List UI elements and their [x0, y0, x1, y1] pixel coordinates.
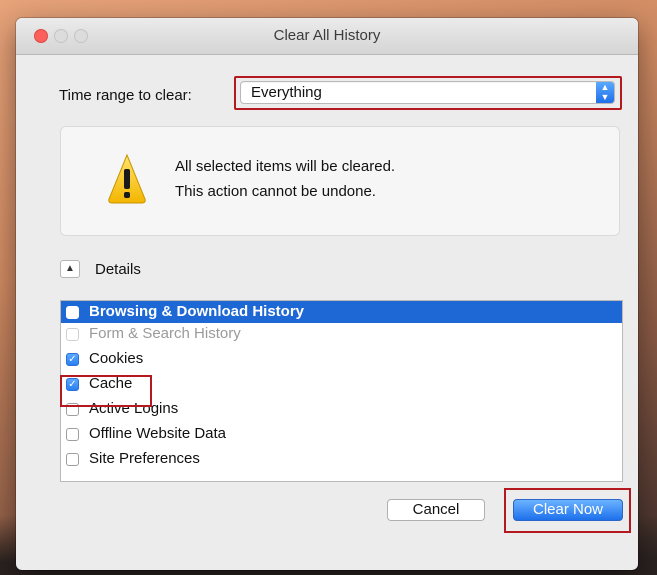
- warning-text-line1: All selected items will be cleared.: [175, 158, 396, 175]
- warning-panel: All selected items will be cleared. This…: [60, 126, 620, 236]
- list-item-label: Site Preferences: [89, 450, 200, 467]
- list-item-form-search-history[interactable]: Form & Search History: [61, 323, 622, 345]
- checkbox-checked[interactable]: ✓: [66, 353, 79, 366]
- list-item-browsing-download-history[interactable]: Browsing & Download History: [61, 301, 622, 323]
- select-arrows-icon: ▲ ▼: [596, 82, 614, 103]
- list-item-label: Form & Search History: [89, 325, 241, 342]
- clear-history-dialog: Clear All History Time range to clear: E…: [16, 18, 638, 570]
- time-range-value: Everything: [251, 84, 322, 101]
- checkbox[interactable]: [66, 328, 79, 341]
- list-item-offline-website-data[interactable]: Offline Website Data: [61, 423, 622, 445]
- cache-highlight: [60, 375, 152, 407]
- details-label: Details: [95, 261, 141, 278]
- warning-text-line2: This action cannot be undone.: [175, 183, 376, 200]
- window-title: Clear All History: [273, 27, 381, 44]
- clear-now-button[interactable]: Clear Now: [513, 499, 623, 521]
- warning-icon: [108, 153, 146, 204]
- checkbox[interactable]: [66, 306, 79, 319]
- list-item-site-preferences[interactable]: Site Preferences: [61, 448, 622, 470]
- list-item-label: Offline Website Data: [89, 425, 227, 442]
- list-item-label: Cookies: [89, 350, 144, 367]
- checkbox[interactable]: [66, 453, 79, 466]
- title-bar: Clear All History: [16, 18, 638, 55]
- checkbox[interactable]: [66, 428, 79, 441]
- list-item-label: Browsing & Download History: [89, 303, 305, 320]
- time-range-select[interactable]: Everything ▲ ▼: [240, 81, 615, 104]
- cancel-button[interactable]: Cancel: [387, 499, 485, 521]
- time-range-label: Time range to clear:: [59, 87, 192, 104]
- details-toggle-button[interactable]: ▲: [60, 260, 80, 278]
- list-item-cookies[interactable]: ✓ Cookies: [61, 348, 622, 370]
